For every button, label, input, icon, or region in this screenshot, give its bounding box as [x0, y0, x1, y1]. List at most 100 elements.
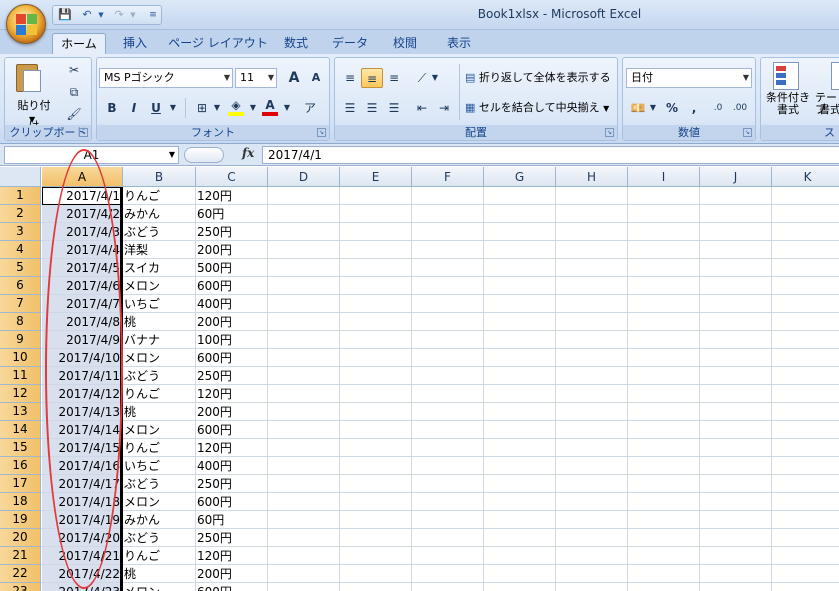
- cell-price[interactable]: 120円: [197, 439, 267, 457]
- align-right-icon[interactable]: ☰: [383, 98, 405, 118]
- cell-item[interactable]: メロン: [124, 277, 194, 295]
- row-header[interactable]: 13: [0, 403, 41, 421]
- orientation-dropdown-icon[interactable]: ▼: [429, 68, 441, 88]
- cell-price[interactable]: 600円: [197, 421, 267, 439]
- cell-price[interactable]: 200円: [197, 403, 267, 421]
- cell-date[interactable]: 2017/4/17: [42, 475, 120, 493]
- table-format-button-line2[interactable]: 書式: [819, 104, 839, 116]
- row-header[interactable]: 12: [0, 385, 41, 403]
- row-header[interactable]: 3: [0, 223, 41, 241]
- font-launcher-icon[interactable]: ↘: [317, 128, 326, 137]
- cell-item[interactable]: みかん: [124, 511, 194, 529]
- column-header-f[interactable]: F: [412, 167, 484, 187]
- cell-item[interactable]: ぶどう: [124, 475, 194, 493]
- cell-price[interactable]: 600円: [197, 583, 267, 591]
- fill-color-icon[interactable]: ◈: [225, 98, 247, 118]
- cell-item[interactable]: ぶどう: [124, 223, 194, 241]
- merge-center-button[interactable]: ▦ セルを結合して中央揃え ▼: [465, 98, 615, 118]
- wrap-text-button[interactable]: ▤ 折り返して全体を表示する: [465, 68, 615, 88]
- worksheet-grid[interactable]: A B C D E F G H I J K 1 2017/4/1 りんご 120円 2 2017/4/2 みかん 6…: [0, 167, 839, 591]
- formula-input[interactable]: 2017/4/1: [262, 146, 839, 164]
- cell-date[interactable]: 2017/4/18: [42, 493, 120, 511]
- cell-item[interactable]: メロン: [124, 421, 194, 439]
- row-header[interactable]: 8: [0, 313, 41, 331]
- borders-dropdown-icon[interactable]: ▼: [211, 98, 223, 118]
- decrease-decimal-button[interactable]: .00: [729, 98, 751, 118]
- cell-date[interactable]: 2017/4/13: [42, 403, 120, 421]
- cell-price[interactable]: 250円: [197, 475, 267, 493]
- align-center-icon[interactable]: ☰: [361, 98, 383, 118]
- tab-review[interactable]: 校閲: [382, 33, 428, 54]
- cell-price[interactable]: 250円: [197, 367, 267, 385]
- cell-price[interactable]: 250円: [197, 223, 267, 241]
- alignment-launcher-icon[interactable]: ↘: [605, 128, 614, 137]
- cell-date[interactable]: 2017/4/4: [42, 241, 120, 259]
- cell-item[interactable]: いちご: [124, 295, 194, 313]
- cell-item[interactable]: 桃: [124, 565, 194, 583]
- column-header-k[interactable]: K: [772, 167, 839, 187]
- column-header-e[interactable]: E: [340, 167, 412, 187]
- row-header[interactable]: 9: [0, 331, 41, 349]
- cell-date[interactable]: 2017/4/5: [42, 259, 120, 277]
- cell-item[interactable]: ぶどう: [124, 367, 194, 385]
- cell-date[interactable]: 2017/4/11: [42, 367, 120, 385]
- cell-price[interactable]: 600円: [197, 493, 267, 511]
- column-header-j[interactable]: J: [700, 167, 772, 187]
- font-size-select[interactable]: 11 ▼: [235, 68, 277, 88]
- row-header[interactable]: 18: [0, 493, 41, 511]
- font-family-select[interactable]: MS Pゴシック ▼: [99, 68, 233, 88]
- row-header[interactable]: 22: [0, 565, 41, 583]
- cell-price[interactable]: 120円: [197, 187, 267, 205]
- tab-data[interactable]: データ: [326, 33, 374, 54]
- currency-icon[interactable]: 💴: [627, 98, 649, 118]
- cell-date[interactable]: 2017/4/10: [42, 349, 120, 367]
- row-header[interactable]: 16: [0, 457, 41, 475]
- paste-icon[interactable]: [13, 62, 43, 94]
- bold-button[interactable]: B: [101, 98, 123, 118]
- row-header[interactable]: 7: [0, 295, 41, 313]
- row-header[interactable]: 4: [0, 241, 41, 259]
- tab-view[interactable]: 表示: [436, 33, 482, 54]
- tab-insert[interactable]: 挿入: [113, 33, 157, 54]
- row-header[interactable]: 11: [0, 367, 41, 385]
- cell-item[interactable]: りんご: [124, 547, 194, 565]
- office-button[interactable]: [6, 4, 46, 44]
- cell-date[interactable]: 2017/4/7: [42, 295, 120, 313]
- align-bottom-icon[interactable]: ≡: [383, 68, 405, 88]
- cell-date[interactable]: 2017/4/19: [42, 511, 120, 529]
- conditional-format-button-line2[interactable]: 書式: [763, 104, 813, 116]
- cell-price[interactable]: 250円: [197, 529, 267, 547]
- column-header-d[interactable]: D: [268, 167, 340, 187]
- decrease-indent-icon[interactable]: ⇤: [411, 98, 433, 118]
- currency-dropdown-icon[interactable]: ▼: [647, 98, 659, 118]
- row-header[interactable]: 6: [0, 277, 41, 295]
- row-header[interactable]: 17: [0, 475, 41, 493]
- row-header[interactable]: 15: [0, 439, 41, 457]
- cell-date[interactable]: 2017/4/9: [42, 331, 120, 349]
- cell-price[interactable]: 200円: [197, 241, 267, 259]
- comma-button[interactable]: ,: [683, 98, 705, 118]
- row-header[interactable]: 5: [0, 259, 41, 277]
- name-box[interactable]: A1 ▼: [4, 146, 179, 164]
- increase-decimal-button[interactable]: .0: [707, 98, 729, 118]
- column-header-h[interactable]: H: [556, 167, 628, 187]
- row-header[interactable]: 14: [0, 421, 41, 439]
- table-format-icon[interactable]: [831, 62, 839, 90]
- row-header[interactable]: 19: [0, 511, 41, 529]
- cell-item[interactable]: りんご: [124, 187, 194, 205]
- cell-date[interactable]: 2017/4/16: [42, 457, 120, 475]
- cell-item[interactable]: バナナ: [124, 331, 194, 349]
- cell-date[interactable]: 2017/4/6: [42, 277, 120, 295]
- cell-date[interactable]: 2017/4/21: [42, 547, 120, 565]
- cell-date[interactable]: 2017/4/15: [42, 439, 120, 457]
- cell-item[interactable]: メロン: [124, 493, 194, 511]
- align-middle-icon[interactable]: ≡: [361, 68, 383, 88]
- format-painter-icon[interactable]: 🖌: [63, 104, 85, 124]
- column-header-a[interactable]: A: [42, 167, 123, 187]
- number-launcher-icon[interactable]: ↘: [743, 128, 752, 137]
- cell-item[interactable]: みかん: [124, 205, 194, 223]
- borders-icon[interactable]: ⊞: [191, 98, 213, 118]
- conditional-format-icon[interactable]: [773, 62, 799, 90]
- cell-price[interactable]: 200円: [197, 565, 267, 583]
- tab-home[interactable]: ホーム: [52, 33, 106, 54]
